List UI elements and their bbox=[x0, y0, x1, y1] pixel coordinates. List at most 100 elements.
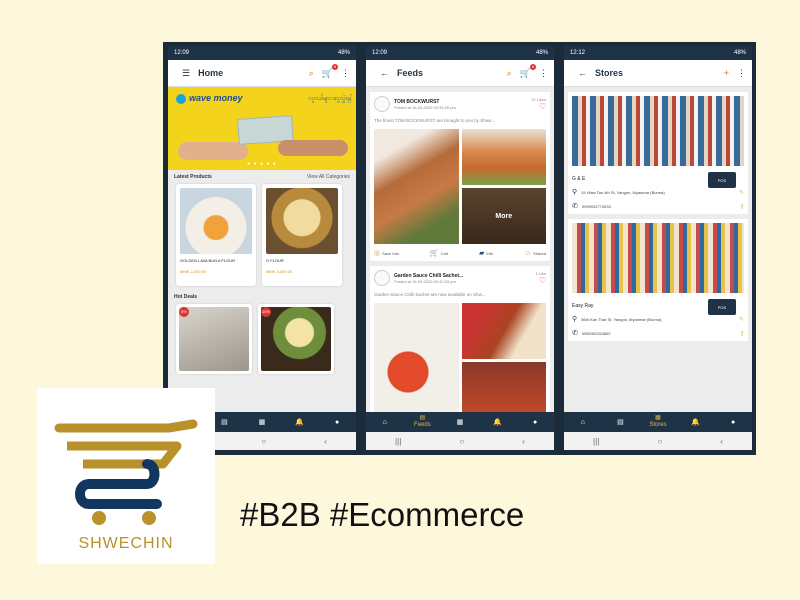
deal-card[interactable]: 10% bbox=[258, 304, 334, 374]
phone-text: 0950302024887 bbox=[581, 330, 611, 336]
save-info-button[interactable]: ◎ Save Info bbox=[374, 249, 399, 257]
product-name: G FLOUR bbox=[266, 258, 284, 263]
heart-icon[interactable]: ♡ bbox=[535, 276, 546, 285]
cart-button[interactable]: 🛒 Cart bbox=[430, 249, 448, 257]
stores-nav-icon[interactable]: ▦ bbox=[445, 418, 475, 426]
phone-icon: ✆ bbox=[572, 330, 578, 337]
status-time: 12:09 bbox=[174, 50, 190, 56]
key-icon[interactable]: ⚷ bbox=[740, 203, 744, 210]
pos-button[interactable]: POS bbox=[708, 172, 736, 188]
carousel-dots[interactable]: ● ● ● ● ● bbox=[168, 161, 356, 167]
cart-icon[interactable]: 🛒 5 bbox=[322, 63, 338, 79]
status-bar: 12:12 48% bbox=[564, 46, 752, 60]
menu-icon[interactable]: ☰ bbox=[182, 68, 190, 79]
post-image[interactable] bbox=[461, 303, 546, 359]
post-actions: ◎ Save Info 🛒 Cart ▰ Info ☺ Shared bbox=[374, 244, 546, 258]
promo-banner[interactable]: wave money လူငယ်များ ငွေလွှဲရန် ● ● ● ● … bbox=[168, 87, 356, 170]
post-description: Garden Sauce Chilli Sachet are now avail… bbox=[374, 292, 486, 297]
store-card[interactable]: POS Easy Ray ⚲ 56th Kan Thar St, Yangon, … bbox=[568, 219, 748, 341]
discount-badge: 10% bbox=[261, 307, 271, 317]
post-header: TOM BOCKWURST Posted at 16-04-2020 03:34… bbox=[374, 96, 546, 112]
recents-icon[interactable]: ||| bbox=[395, 437, 401, 446]
app-bar: ☰ Home ⌕ 🛒 5 ⋮ bbox=[168, 60, 356, 87]
feed-post[interactable]: TOM BOCKWURST Posted at 16-04-2020 03:34… bbox=[370, 92, 550, 261]
stores-nav-icon[interactable]: ▦ bbox=[247, 418, 277, 426]
more-icon[interactable]: ⋮ bbox=[341, 68, 350, 79]
home-content: wave money လူငယ်များ ငွေလွှဲရန် ● ● ● ● … bbox=[168, 87, 356, 412]
action-label: Info bbox=[486, 250, 494, 256]
back-icon[interactable]: ‹ bbox=[720, 437, 723, 446]
stores-nav-item[interactable]: ▦ Stores bbox=[643, 415, 673, 429]
section-title: Latest Products bbox=[174, 174, 212, 180]
home-nav-icon[interactable]: ⌂ bbox=[568, 419, 598, 426]
key-icon[interactable]: ⚷ bbox=[740, 330, 744, 337]
feed-post[interactable]: Garden Sauce Chilli Sachet... Posted at … bbox=[370, 266, 550, 412]
product-name: GOLDEN LAVA BUN A FLOUR bbox=[180, 258, 235, 263]
likes: 1 Like ♡ bbox=[535, 271, 546, 285]
more-images[interactable]: More bbox=[461, 188, 546, 244]
avatar bbox=[374, 270, 390, 286]
info-button[interactable]: ▰ Info bbox=[479, 249, 493, 257]
phone-text: 0999932774533 bbox=[581, 203, 611, 209]
product-card[interactable]: G FLOUR MMK 3,000.00 bbox=[262, 184, 342, 286]
banner-tagline: လူငယ်များ ငွေလွှဲရန် bbox=[308, 96, 352, 102]
pos-button[interactable]: POS bbox=[708, 299, 736, 315]
post-image[interactable] bbox=[461, 362, 546, 412]
home-nav-icon[interactable]: ⌂ bbox=[370, 419, 400, 426]
recents-icon[interactable]: ||| bbox=[593, 437, 599, 446]
status-battery: 48% bbox=[337, 50, 350, 56]
bottom-nav: ⌂ ▤ Feeds ▦ 🔔 ● bbox=[366, 412, 554, 432]
add-icon[interactable]: + bbox=[724, 68, 729, 78]
profile-nav-icon[interactable]: ● bbox=[718, 419, 748, 426]
share-button[interactable]: ☺ Shared bbox=[524, 249, 546, 257]
post-image[interactable] bbox=[374, 303, 459, 412]
back-arrow-icon[interactable]: ← bbox=[578, 68, 587, 78]
more-icon[interactable]: ⋮ bbox=[539, 68, 548, 79]
tagline: #B2B #Ecommerce bbox=[240, 496, 525, 533]
page-title: Stores bbox=[595, 68, 624, 78]
notifications-nav-icon[interactable]: 🔔 bbox=[285, 418, 315, 426]
profile-nav-icon[interactable]: ● bbox=[322, 419, 352, 426]
edit-icon[interactable]: ✎ bbox=[739, 189, 744, 196]
product-card[interactable]: GOLDEN LAVA BUN A FLOUR MMK 2,200.00 bbox=[176, 184, 256, 286]
view-all-link[interactable]: View All Categories bbox=[307, 174, 350, 180]
heart-icon[interactable]: ♡ bbox=[531, 102, 546, 111]
home-button-icon[interactable]: ○ bbox=[459, 437, 464, 446]
post-images: More bbox=[374, 129, 546, 244]
cart-icon[interactable]: 🛒 5 bbox=[520, 63, 536, 79]
hand-image bbox=[278, 140, 348, 156]
post-image[interactable] bbox=[374, 129, 459, 244]
cart-logo-icon: SHWECHIN bbox=[54, 419, 198, 552]
logo-text: SHWECHIN bbox=[78, 535, 173, 552]
home-button-icon[interactable]: ○ bbox=[657, 437, 662, 446]
home-button-icon[interactable]: ○ bbox=[261, 437, 266, 446]
feeds-nav-icon[interactable]: ▤ bbox=[605, 418, 635, 426]
product-price: MMK 2,200.00 bbox=[180, 269, 207, 274]
phone-icon: ✆ bbox=[572, 203, 578, 210]
back-icon[interactable]: ‹ bbox=[522, 437, 525, 446]
deals-list: 5% 10% bbox=[168, 304, 356, 374]
action-label: Shared bbox=[533, 250, 546, 256]
profile-nav-icon[interactable]: ● bbox=[520, 419, 550, 426]
store-card[interactable]: POS G & E ⚲ 15 Hlaw Tan 4th St, Yangon, M… bbox=[568, 92, 748, 214]
system-nav: ||| ○ ‹ bbox=[564, 432, 752, 450]
action-label: Save Info bbox=[382, 250, 400, 256]
back-arrow-icon[interactable]: ← bbox=[380, 68, 389, 78]
deal-card[interactable]: 5% bbox=[176, 304, 252, 374]
feeds-nav-item[interactable]: ▤ Feeds bbox=[407, 415, 437, 429]
more-label: More bbox=[461, 188, 546, 244]
post-image[interactable] bbox=[461, 129, 546, 185]
edit-icon[interactable]: ✎ bbox=[739, 316, 744, 323]
pos-label: POS bbox=[717, 304, 727, 310]
more-icon[interactable]: ⋮ bbox=[737, 68, 746, 79]
notifications-nav-icon[interactable]: 🔔 bbox=[483, 418, 513, 426]
store-address: ⚲ 15 Hlaw Tan 4th St, Yangon, Myanmar (Bu… bbox=[572, 188, 744, 196]
product-image bbox=[266, 188, 338, 254]
back-icon[interactable]: ‹ bbox=[324, 437, 327, 446]
notifications-nav-icon[interactable]: 🔔 bbox=[681, 418, 711, 426]
share-icon: ☺ bbox=[523, 249, 532, 257]
deal-image bbox=[179, 307, 249, 371]
status-bar: 12:09 48% bbox=[366, 46, 554, 60]
search-icon[interactable]: ⌕ bbox=[309, 68, 314, 79]
search-icon[interactable]: ⌕ bbox=[507, 68, 512, 79]
